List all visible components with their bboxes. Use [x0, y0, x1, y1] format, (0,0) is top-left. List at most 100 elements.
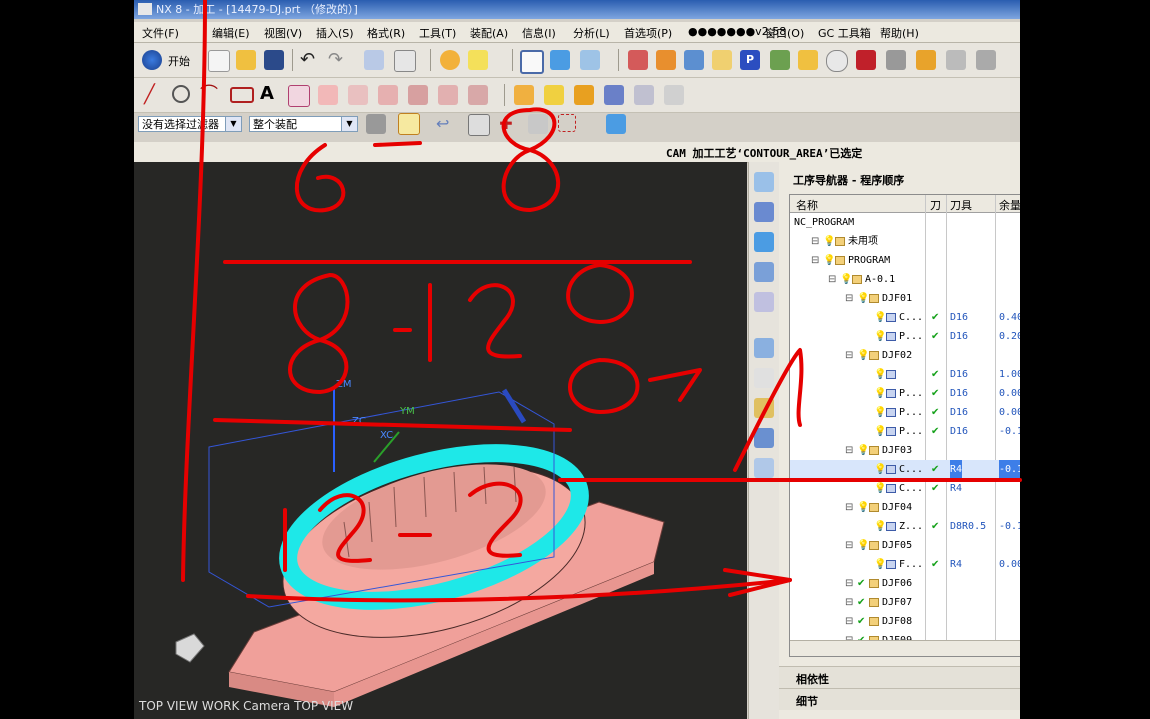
split-curve-icon[interactable]: [468, 85, 488, 105]
tree-row[interactable]: ⊟ 💡 PROGRAM: [790, 251, 1020, 270]
tree-row[interactable]: ⊟✔DJF07✔: [790, 593, 1020, 612]
view-orient-icon[interactable]: [520, 50, 544, 74]
details-panel[interactable]: 细节: [779, 688, 1020, 710]
create-geometry-icon[interactable]: [684, 50, 704, 70]
menu-edit[interactable]: 编辑(E): [212, 25, 250, 41]
box-select-icon[interactable]: [558, 114, 576, 132]
tree-row[interactable]: ⊟ 💡 DJF02: [790, 346, 1020, 365]
arc-icon[interactable]: ⌒: [200, 85, 220, 105]
expand-toggle-icon[interactable]: ⊟: [845, 346, 853, 365]
machine-nav-icon[interactable]: [754, 262, 774, 282]
expand-toggle-icon[interactable]: ⊟: [845, 593, 853, 612]
pattern-icon[interactable]: [604, 85, 624, 105]
undo-icon[interactable]: ↶: [300, 50, 320, 70]
tree-row[interactable]: 💡 P... ✔ D16 -0.1: [790, 422, 1020, 441]
menu-gc-toolbox[interactable]: GC 工具箱: [818, 25, 871, 41]
tree-row[interactable]: 💡 P... ✔ D16 0.20: [790, 327, 1020, 346]
system-materials-icon[interactable]: [754, 368, 774, 388]
dependencies-panel[interactable]: 相依性: [779, 666, 1020, 688]
extrude-icon[interactable]: [514, 85, 534, 105]
menu-file[interactable]: 文件(F): [142, 25, 179, 41]
tree-row[interactable]: 💡 ✔ D16 1.00: [790, 365, 1020, 384]
fit-icon[interactable]: [468, 50, 488, 70]
text-icon[interactable]: A: [260, 84, 280, 104]
tree-row[interactable]: 💡 P... ✔ D16 0.00: [790, 384, 1020, 403]
menu-preferences[interactable]: 首选项(P): [624, 25, 672, 41]
graphics-viewport[interactable]: ZM YM XC ZC TOP VIEW WORK Camera TOP VIE…: [134, 162, 747, 719]
rectangle-icon[interactable]: [230, 87, 254, 103]
copy-icon[interactable]: [394, 50, 416, 72]
create-method-icon[interactable]: [712, 50, 732, 70]
select-feature-icon[interactable]: [528, 114, 548, 134]
tree-row[interactable]: 💡 Z... ✔ D8R0.5 -0.1: [790, 517, 1020, 536]
expand-toggle-icon[interactable]: ⊟: [845, 441, 853, 460]
column-header-tool[interactable]: 刀具: [950, 197, 972, 213]
roles-icon[interactable]: [754, 458, 774, 478]
select-body-icon[interactable]: [468, 114, 490, 136]
horizontal-scrollbar[interactable]: [790, 640, 1020, 656]
selection-filter-dropdown[interactable]: 没有选择过滤器 ▼: [138, 116, 242, 132]
tree-row[interactable]: ⊟ 💡 DJF04: [790, 498, 1020, 517]
cut-icon[interactable]: [364, 50, 384, 70]
intersect-curve-icon[interactable]: [378, 85, 398, 105]
machine-icon[interactable]: [916, 50, 936, 70]
project-curve-icon[interactable]: [348, 85, 368, 105]
shade-icon[interactable]: [550, 50, 570, 70]
menu-insert[interactable]: 插入(S): [316, 25, 354, 41]
tree-row[interactable]: ⊟ 💡 DJF01: [790, 289, 1020, 308]
tree-row[interactable]: ⊟ 💡 DJF03: [790, 441, 1020, 460]
expand-toggle-icon[interactable]: ⊟: [845, 536, 853, 555]
line-icon[interactable]: ╱: [144, 85, 164, 105]
expand-toggle-icon[interactable]: ⊟: [845, 289, 853, 308]
tree-row[interactable]: 💡 F... ✔ R4 0.00: [790, 555, 1020, 574]
web-browser-icon[interactable]: [754, 428, 774, 448]
tree-row[interactable]: 💡 C... ✔ R4 -0.1: [790, 460, 1020, 479]
redo-icon[interactable]: ↷: [328, 50, 348, 70]
extract-curve-icon[interactable]: [408, 85, 428, 105]
save-icon[interactable]: [264, 50, 284, 70]
export-icon[interactable]: [798, 50, 818, 70]
join-curve-icon[interactable]: [438, 85, 458, 105]
shop-doc-icon[interactable]: [770, 50, 790, 70]
expand-toggle-icon[interactable]: ⊟: [811, 251, 819, 270]
postprocess-icon[interactable]: P: [740, 50, 760, 70]
menu-analysis[interactable]: 分析(L): [573, 25, 610, 41]
tree-row[interactable]: ⊟ 💡 DJF05: [790, 536, 1020, 555]
expand-toggle-icon[interactable]: ⊟: [845, 612, 853, 631]
column-header-stock[interactable]: 余量: [999, 197, 1020, 213]
create-tool-icon[interactable]: [656, 50, 676, 70]
expand-toggle-icon[interactable]: ⊟: [845, 574, 853, 593]
expand-toggle-icon[interactable]: ⊟: [845, 498, 853, 517]
process-studio-icon[interactable]: [754, 398, 774, 418]
polygon-icon[interactable]: [288, 85, 310, 107]
column-header-path[interactable]: 刀: [930, 197, 941, 213]
menu-window[interactable]: 窗口(O): [765, 25, 804, 41]
tree-row[interactable]: ⊟✔DJF06✔: [790, 574, 1020, 593]
feeds-icon[interactable]: [946, 50, 966, 70]
column-header-name[interactable]: 名称: [796, 197, 818, 213]
verify-icon[interactable]: [826, 50, 848, 72]
snap-point-icon[interactable]: [398, 113, 420, 135]
tool-path-icon[interactable]: [886, 50, 906, 70]
reuse-library-icon[interactable]: [754, 292, 774, 312]
menu-view[interactable]: 视图(V): [264, 25, 302, 41]
offset-face-icon[interactable]: [634, 85, 654, 105]
part-nav-icon[interactable]: [754, 202, 774, 222]
new-icon[interactable]: [208, 50, 230, 72]
revolve-icon[interactable]: [544, 85, 564, 105]
trim-body-icon[interactable]: [664, 85, 684, 105]
circle-icon[interactable]: [172, 85, 190, 103]
crosshair-icon[interactable]: ✚: [496, 114, 516, 134]
history-icon[interactable]: [754, 338, 774, 358]
tree-row[interactable]: ⊟ 💡 A-0.1: [790, 270, 1020, 289]
assembly-nav-icon[interactable]: [754, 172, 774, 192]
refresh-icon[interactable]: [440, 50, 460, 70]
offset-curve-icon[interactable]: [318, 85, 338, 105]
tree-row[interactable]: 💡 P... ✔ D16 0.00: [790, 403, 1020, 422]
tree-row[interactable]: 💡 C... ✔ D16 0.40: [790, 308, 1020, 327]
operation-nav-icon[interactable]: [754, 232, 774, 252]
more-tools-icon[interactable]: [976, 50, 996, 70]
undo-selection-icon[interactable]: ↩: [436, 114, 456, 134]
menu-info[interactable]: 信息(I): [522, 25, 556, 41]
open-icon[interactable]: [236, 50, 256, 70]
